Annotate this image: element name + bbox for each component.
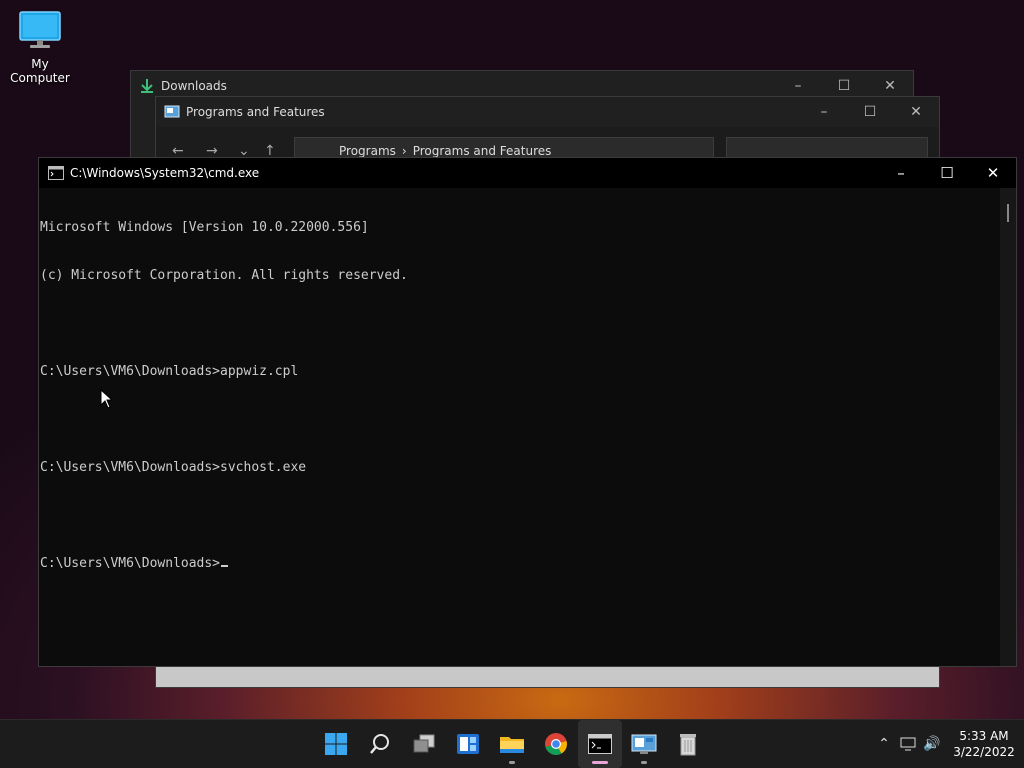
taskbar: ⌃ 🔊 5:33 AM 3/22/2022 bbox=[0, 719, 1024, 768]
vertical-scrollbar[interactable] bbox=[1000, 188, 1016, 666]
scrollbar-thumb[interactable] bbox=[1007, 204, 1009, 222]
breadcrumb-programs[interactable]: Programs bbox=[339, 144, 396, 158]
cmd-titlebar[interactable]: C:\Windows\System32\cmd.exe – ☐ ✕ bbox=[39, 158, 1016, 188]
maximize-button[interactable]: ☐ bbox=[847, 97, 893, 127]
console-line: C:\Users\VM6\Downloads>svchost.exe bbox=[40, 460, 307, 475]
chevron-up-icon[interactable]: ⌃ bbox=[872, 736, 896, 752]
system-tray: ⌃ 🔊 5:33 AM 3/22/2022 bbox=[872, 720, 1024, 768]
search-icon bbox=[370, 734, 389, 754]
taskbar-apps bbox=[314, 720, 710, 768]
volume-icon[interactable]: 🔊 bbox=[920, 736, 944, 752]
recycle-bin-taskbar-button[interactable] bbox=[666, 720, 710, 768]
search-button[interactable] bbox=[358, 720, 402, 768]
minimize-button[interactable]: – bbox=[878, 158, 924, 188]
download-arrow-icon bbox=[141, 79, 153, 93]
control-panel-icon bbox=[631, 734, 657, 754]
console-prompt-line[interactable]: C:\Users\VM6\Downloads> bbox=[40, 556, 1000, 572]
task-view-icon bbox=[413, 734, 435, 753]
clock-time: 5:33 AM bbox=[959, 729, 1009, 743]
running-indicator bbox=[509, 761, 515, 764]
programs-titlebar[interactable]: Programs and Features – ☐ ✕ bbox=[156, 97, 939, 127]
maximize-button[interactable]: ☐ bbox=[924, 158, 970, 188]
my-computer-desktop-icon[interactable]: My Computer bbox=[2, 10, 78, 85]
breadcrumb-separator-icon: › bbox=[401, 144, 407, 158]
cmd-window[interactable]: C:\Windows\System32\cmd.exe – ☐ ✕ Micros… bbox=[38, 157, 1017, 667]
cmd-title: C:\Windows\System32\cmd.exe bbox=[70, 166, 260, 180]
windows-logo-icon bbox=[325, 733, 347, 755]
widgets-button[interactable] bbox=[446, 720, 490, 768]
clock[interactable]: 5:33 AM 3/22/2022 bbox=[944, 728, 1024, 760]
console-line: C:\Users\VM6\Downloads>appwiz.cpl bbox=[40, 364, 299, 379]
chrome-button[interactable] bbox=[534, 720, 578, 768]
control-panel-icon bbox=[164, 105, 180, 118]
recycle-bin-icon bbox=[680, 734, 696, 756]
programs-status-strip bbox=[156, 665, 939, 687]
active-indicator bbox=[592, 761, 608, 764]
start-button[interactable] bbox=[314, 720, 358, 768]
console-line: (c) Microsoft Corporation. All rights re… bbox=[40, 268, 408, 283]
chrome-icon bbox=[545, 733, 567, 755]
clock-date: 3/22/2022 bbox=[953, 745, 1015, 759]
close-button[interactable]: ✕ bbox=[970, 158, 1016, 188]
widgets-icon bbox=[457, 734, 479, 754]
running-indicator bbox=[641, 761, 647, 764]
programs-title: Programs and Features bbox=[186, 105, 325, 119]
network-icon[interactable] bbox=[896, 737, 920, 751]
console-prompt: C:\Users\VM6\Downloads> bbox=[40, 556, 221, 571]
downloads-title: Downloads bbox=[161, 79, 227, 93]
cmd-icon bbox=[588, 734, 612, 754]
cmd-taskbar-button[interactable] bbox=[578, 720, 622, 768]
monitor-icon bbox=[19, 11, 61, 48]
task-view-button[interactable] bbox=[402, 720, 446, 768]
cmd-icon bbox=[48, 166, 64, 180]
file-explorer-button[interactable] bbox=[490, 720, 534, 768]
console-line: Microsoft Windows [Version 10.0.22000.55… bbox=[40, 220, 369, 235]
console-output[interactable]: Microsoft Windows [Version 10.0.22000.55… bbox=[39, 188, 1000, 666]
my-computer-label: My Computer bbox=[10, 57, 70, 85]
minimize-button[interactable]: – bbox=[801, 97, 847, 127]
mouse-pointer-icon bbox=[100, 389, 114, 409]
close-button[interactable]: ✕ bbox=[893, 97, 939, 127]
text-cursor bbox=[221, 565, 229, 567]
folder-icon bbox=[500, 737, 524, 753]
breadcrumb-programs-and-features[interactable]: Programs and Features bbox=[413, 144, 552, 158]
control-panel-taskbar-button[interactable] bbox=[622, 720, 666, 768]
